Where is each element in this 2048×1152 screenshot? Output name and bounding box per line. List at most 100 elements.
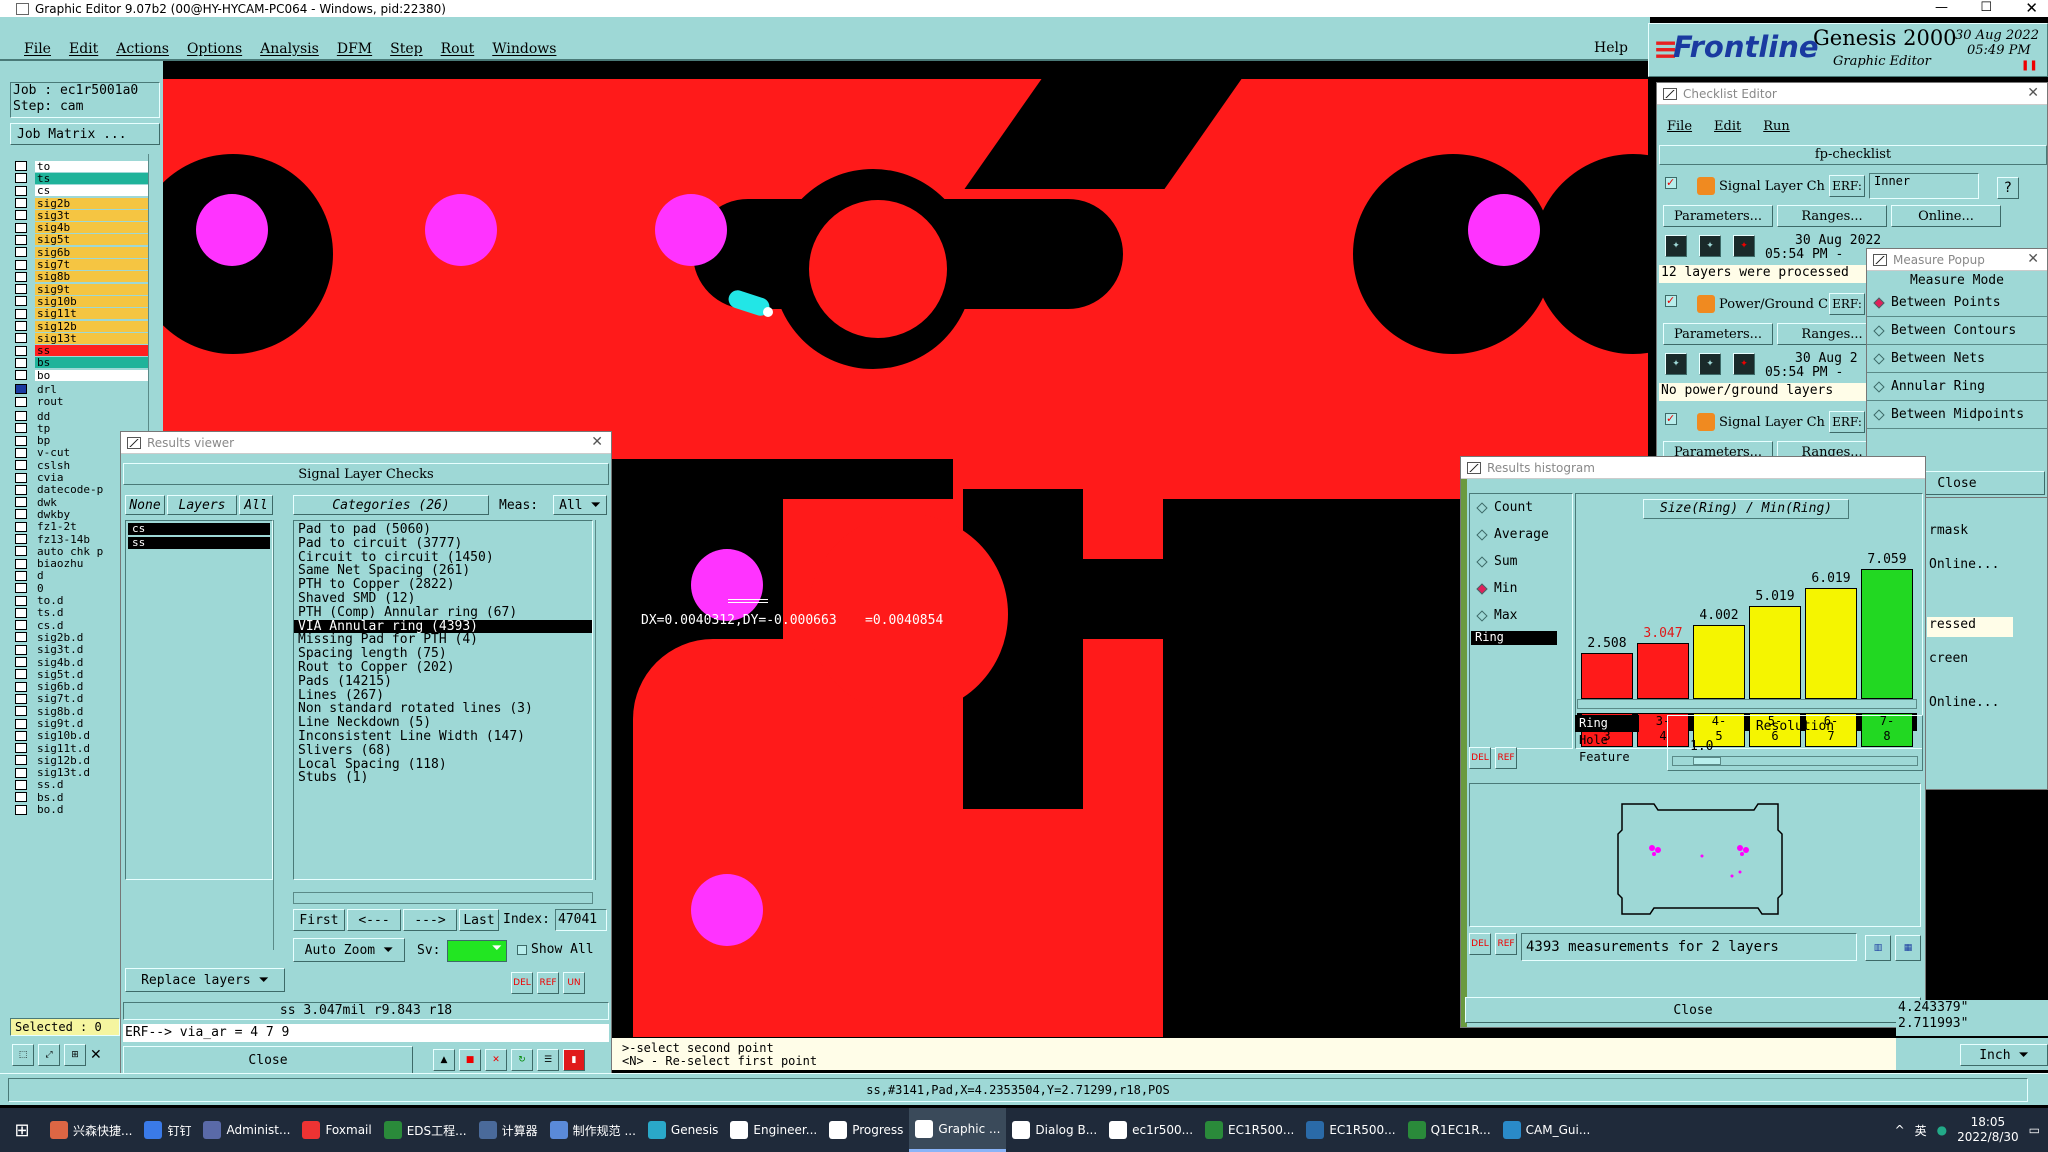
layer-checkbox[interactable]: [15, 484, 27, 495]
next-button[interactable]: --->: [403, 909, 457, 931]
results-viewer-close-icon[interactable]: ✕: [591, 434, 603, 450]
checklist-close-icon[interactable]: ✕: [2027, 85, 2039, 101]
layer-checkbox[interactable]: [15, 411, 27, 422]
taskbar-item[interactable]: Q1EC1R...: [1402, 1108, 1497, 1152]
action-name[interactable]: Power/Ground C: [1719, 297, 1828, 312]
layer-checkbox[interactable]: [15, 357, 27, 368]
check-mark-icon[interactable]: ✓: [1665, 413, 1677, 425]
layer-checkbox[interactable]: [15, 558, 27, 569]
ref-icon[interactable]: REF: [1495, 747, 1517, 769]
layer-checkbox[interactable]: [15, 447, 27, 458]
category-item[interactable]: Inconsistent Line Width (147): [294, 730, 592, 744]
taskbar-item[interactable]: Graphic ...: [909, 1108, 1007, 1152]
layer-checkbox[interactable]: [15, 706, 27, 717]
category-scrollbar[interactable]: [595, 520, 609, 880]
all-button[interactable]: All: [239, 495, 273, 515]
category-hscrollbar[interactable]: [293, 892, 593, 904]
layer-checkbox[interactable]: [15, 435, 27, 446]
results-layer-scrollbar[interactable]: [273, 520, 287, 950]
measure-mode-option[interactable]: Between Nets: [1867, 345, 2047, 373]
auto-zoom-dropdown[interactable]: Auto Zoom ⏷: [293, 938, 405, 962]
category-item[interactable]: PTH to Copper (2822): [294, 578, 592, 592]
taskbar-item[interactable]: Dialog B...: [1006, 1108, 1103, 1152]
resolution-slider[interactable]: [1672, 756, 1918, 766]
layer-checkbox[interactable]: [15, 607, 27, 618]
layer-checkbox[interactable]: [15, 779, 27, 790]
unit-dropdown[interactable]: Inch ⏷: [1960, 1044, 2048, 1066]
menu-item-edit[interactable]: Edit: [69, 41, 98, 57]
layer-checkbox[interactable]: [15, 693, 27, 704]
layers-button[interactable]: Layers: [167, 495, 237, 515]
menu-item-actions[interactable]: Actions: [116, 41, 169, 57]
categories-button[interactable]: Categories (26): [293, 495, 489, 515]
tray-app-icon[interactable]: ●: [1937, 1123, 1947, 1137]
layer-checkbox[interactable]: [15, 370, 27, 381]
replace-layers-dropdown[interactable]: Replace layers ⏷: [125, 968, 285, 992]
taskbar-item[interactable]: Foxmail: [296, 1108, 377, 1152]
run-icon[interactable]: ✦: [1665, 235, 1687, 257]
ref-icon[interactable]: REF: [537, 972, 559, 994]
taskbar-item[interactable]: CAM_Gui...: [1497, 1108, 1597, 1152]
stop-run-icon[interactable]: ✦: [1733, 235, 1755, 257]
histogram-hscrollbar[interactable]: [1577, 699, 1917, 709]
layer-row[interactable]: cs: [10, 185, 156, 197]
chart-bar-icon[interactable]: ▥: [1865, 935, 1891, 961]
pause-icon[interactable]: ❚❚: [2021, 60, 2038, 71]
layer-row[interactable]: sig5t: [10, 234, 156, 246]
category-item[interactable]: Local Spacing (118): [294, 757, 592, 772]
category-item[interactable]: Rout to Copper (202): [294, 661, 592, 675]
layer-checkbox[interactable]: [15, 755, 27, 766]
taskbar-item[interactable]: 计算器: [473, 1108, 544, 1152]
layer-checkbox[interactable]: [15, 271, 27, 282]
layer-checkbox[interactable]: [15, 345, 27, 356]
menu-item-rout[interactable]: Rout: [441, 41, 475, 57]
layer-checkbox[interactable]: [15, 521, 27, 532]
category-item[interactable]: Pad to circuit (3777): [294, 536, 592, 551]
histogram-close-button[interactable]: Close: [1465, 997, 1921, 1023]
last-button[interactable]: Last: [459, 909, 499, 931]
notification-icon[interactable]: ▭: [2029, 1123, 2040, 1137]
help-icon[interactable]: ?: [1997, 177, 2019, 199]
result-layer-item[interactable]: cs: [128, 523, 270, 535]
windows-start-icon[interactable]: ⊞: [0, 1108, 44, 1152]
taskbar-item[interactable]: Administ...: [197, 1108, 296, 1152]
sv-color-dropdown[interactable]: ⏷: [447, 940, 507, 962]
measure-popup-close-icon[interactable]: ✕: [2027, 251, 2039, 267]
layer-checkbox[interactable]: [15, 743, 27, 754]
histogram-bar[interactable]: [1693, 625, 1745, 699]
stop-run-icon[interactable]: ✦: [1733, 353, 1755, 375]
undo-icon[interactable]: UN: [563, 972, 585, 994]
minimize-icon[interactable]: —: [1935, 0, 1948, 15]
run-all-icon[interactable]: ✦: [1699, 235, 1721, 257]
layer-checkbox[interactable]: [15, 384, 27, 395]
layer-row[interactable]: sig10b: [10, 295, 156, 307]
menu-item-options[interactable]: Options: [187, 41, 242, 57]
layer-row[interactable]: sig6b: [10, 246, 156, 258]
category-item[interactable]: Slivers (68): [294, 743, 592, 758]
del-icon[interactable]: DEL: [1469, 747, 1491, 769]
checklist-menu-edit[interactable]: Edit: [1714, 119, 1741, 134]
maximize-icon[interactable]: ☐: [1980, 0, 1992, 15]
layer-checkbox[interactable]: [15, 497, 27, 508]
layer-row[interactable]: bs: [10, 357, 156, 369]
layer-checkbox[interactable]: [15, 333, 27, 344]
layer-row[interactable]: drl: [10, 383, 156, 395]
layer-row[interactable]: sig12b: [10, 320, 156, 332]
layer-checkbox[interactable]: [15, 620, 27, 631]
run-all-icon[interactable]: ✦: [1699, 353, 1721, 375]
layer-checkbox[interactable]: [15, 259, 27, 270]
taskbar-item[interactable]: Engineer...: [724, 1108, 823, 1152]
layer-checkbox[interactable]: [15, 472, 27, 483]
ime-indicator[interactable]: 英: [1915, 1122, 1927, 1139]
histogram-stat-option[interactable]: Max: [1470, 602, 1572, 629]
close-icon[interactable]: ✕: [2025, 0, 2038, 17]
result-layer-item[interactable]: ss: [128, 537, 270, 549]
run-icon[interactable]: ✦: [1665, 353, 1687, 375]
layer-row[interactable]: dd: [10, 410, 156, 422]
category-item[interactable]: Spacing length (75): [294, 647, 592, 661]
layer-checkbox[interactable]: [15, 730, 27, 741]
layer-checkbox[interactable]: [15, 767, 27, 778]
layer-row[interactable]: rout: [10, 396, 156, 408]
layer-checkbox[interactable]: [15, 173, 27, 184]
histogram-bar[interactable]: [1805, 588, 1857, 699]
